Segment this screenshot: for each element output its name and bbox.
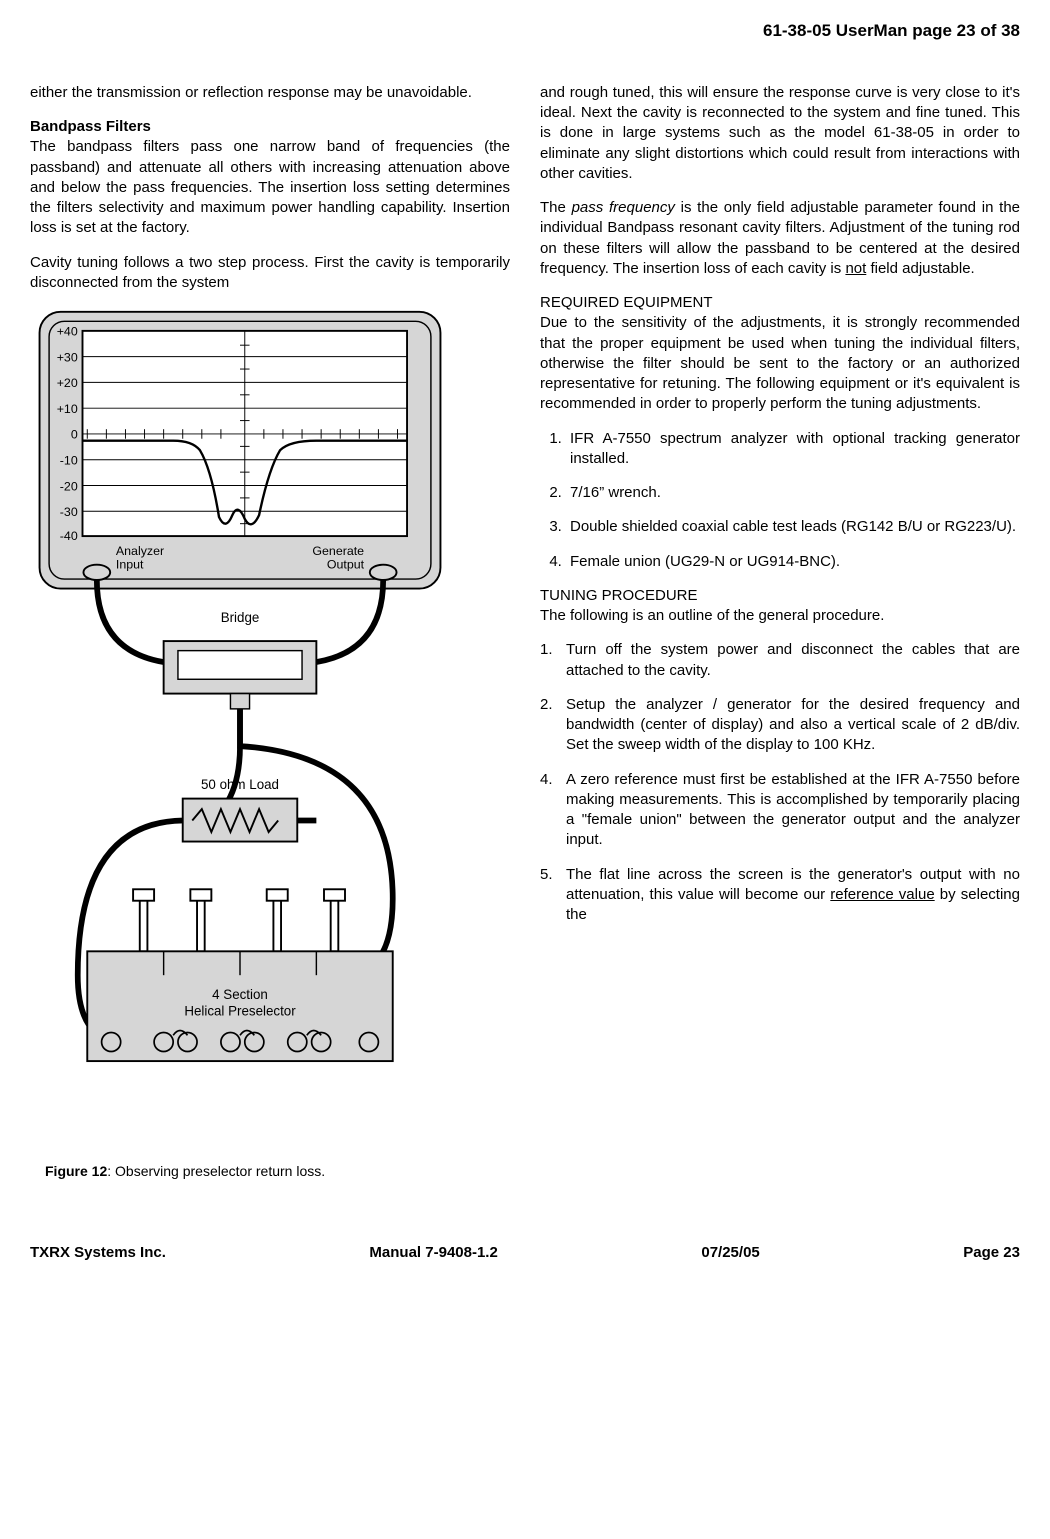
ytick: +10 [57, 402, 78, 416]
page-header: 61-38-05 UserMan page 23 of 38 [30, 20, 1020, 43]
ytick: 0 [71, 428, 78, 442]
bandpass-heading: Bandpass Filters [30, 118, 151, 135]
ytick: -10 [60, 454, 78, 468]
right-p2: The pass frequency is the only field adj… [540, 198, 1020, 279]
list-item: 7/16” wrench. [566, 483, 1020, 503]
bandpass-p1: The bandpass filters pass one narrow ban… [30, 137, 510, 238]
ytick: +30 [57, 351, 78, 365]
ytick: -20 [60, 479, 78, 493]
required-equipment-list: IFR A-7550 spectrum analyzer with option… [540, 429, 1020, 572]
figure-12: +40 +30 +20 +10 0 -10 -20 -30 -40 Ana [30, 307, 510, 1181]
ytick: -40 [60, 529, 78, 543]
tuning-p: The following is an outline of the gener… [540, 606, 1020, 626]
preselector-l2: Helical Preselector [184, 1003, 296, 1018]
bridge-label: Bridge [221, 610, 260, 625]
list-item: Turn off the system power and disconnect… [566, 640, 1020, 681]
footer-manual: Manual 7-9408-1.2 [369, 1243, 497, 1263]
diagram-svg: +40 +30 +20 +10 0 -10 -20 -30 -40 Ana [30, 307, 450, 1147]
tuning-list: 1. Turn off the system power and disconn… [540, 640, 1020, 925]
list-item: Female union (UG29-N or UG914-BNC). [566, 552, 1020, 572]
footer-date: 07/25/05 [701, 1243, 759, 1263]
list-item: A zero reference must first be establish… [566, 770, 1020, 851]
preselector-l1: 4 Section [212, 987, 268, 1002]
list-item: Double shielded coaxial cable test leads… [566, 517, 1020, 537]
load-label: 50 ohm Load [201, 777, 279, 792]
ytick: +40 [57, 325, 78, 339]
figure-caption: Figure 12: Observing preselector return … [45, 1162, 510, 1181]
left-column: either the transmission or reflection re… [30, 83, 510, 1203]
list-item: IFR A-7550 spectrum analyzer with option… [566, 429, 1020, 470]
ytick: +20 [57, 376, 78, 390]
list-item: The flat line across the screen is the g… [566, 865, 1020, 926]
required-equipment-p: Due to the sensitivity of the adjustment… [540, 313, 1020, 414]
page-footer: TXRX Systems Inc. Manual 7-9408-1.2 07/2… [30, 1243, 1020, 1263]
bandpass-p2: Cavity tuning follows a two step process… [30, 253, 510, 294]
footer-page: Page 23 [963, 1243, 1020, 1263]
list-item: Setup the analyzer / generator for the d… [566, 695, 1020, 756]
right-column: and rough tuned, this will ensure the re… [540, 83, 1020, 1203]
tuning-head: TUNING PROCEDURE [540, 586, 1020, 606]
intro-text: either the transmission or reflection re… [30, 83, 510, 103]
right-p1: and rough tuned, this will ensure the re… [540, 83, 1020, 184]
footer-company: TXRX Systems Inc. [30, 1243, 166, 1263]
ytick: -30 [60, 505, 78, 519]
required-equipment-head: REQUIRED EQUIPMENT [540, 293, 1020, 313]
